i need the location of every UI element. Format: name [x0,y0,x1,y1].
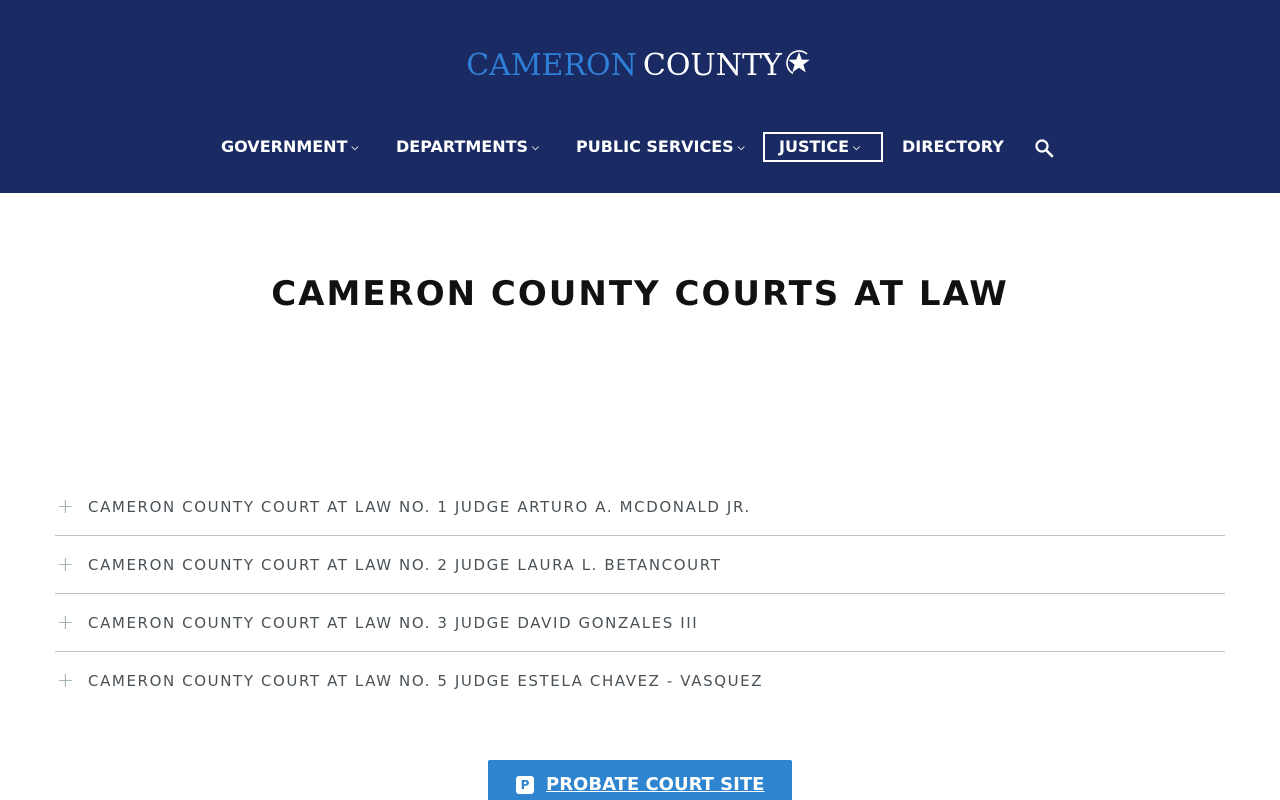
accordion-item-court-3[interactable]: + CAMERON COUNTY COURT AT LAW NO. 3 JUDG… [55,594,1225,652]
courts-accordion: + CAMERON COUNTY COURT AT LAW NO. 1 JUDG… [55,478,1225,709]
parking-p-icon: P [516,776,534,794]
probate-court-site-button[interactable]: P PROBATE COURT SITE [488,760,792,800]
nav-public-services[interactable]: PUBLIC SERVICES ⌵ [576,132,745,162]
nav-directory-label: DIRECTORY [902,137,1004,156]
chevron-down-icon: ⌵ [853,143,860,153]
chevron-down-icon: ⌵ [351,143,359,153]
nav-justice-label: JUSTICE [779,137,850,156]
search-icon[interactable] [1034,138,1054,158]
star-icon [785,50,812,76]
accordion-item-court-1[interactable]: + CAMERON COUNTY COURT AT LAW NO. 1 JUDG… [55,478,1225,536]
site-header: CAMERON COUNTY GOVERNMENT ⌵ DEPARTMENTS ⌵ P… [0,0,1280,193]
nav-departments-label: DEPARTMENTS [396,137,529,156]
chevron-down-icon: ⌵ [532,143,539,153]
logo-text-cameron: CAMERON [466,48,637,83]
accordion-item-label: CAMERON COUNTY COURT AT LAW NO. 2 JUDGE … [88,556,722,574]
plus-icon: + [57,610,74,634]
nav-public-services-label: PUBLIC SERVICES [576,137,734,156]
plus-icon: + [57,494,74,518]
accordion-item-label: CAMERON COUNTY COURT AT LAW NO. 3 JUDGE … [88,614,699,632]
plus-icon: + [57,668,74,692]
nav-directory[interactable]: DIRECTORY [902,132,1004,162]
probate-court-site-label: PROBATE COURT SITE [546,774,765,795]
logo-text-county: COUNTY [642,48,782,83]
nav-government-label: GOVERNMENT [221,137,348,156]
nav-departments[interactable]: DEPARTMENTS ⌵ [396,132,539,162]
page-title: CAMERON COUNTY COURTS AT LAW [271,274,1009,314]
plus-icon: + [57,552,74,576]
accordion-item-court-5[interactable]: + CAMERON COUNTY COURT AT LAW NO. 5 JUDG… [55,652,1225,709]
accordion-item-label: CAMERON COUNTY COURT AT LAW NO. 5 JUDGE … [88,672,764,690]
chevron-down-icon: ⌵ [737,143,745,153]
main-navigation: GOVERNMENT ⌵ DEPARTMENTS ⌵ PUBLIC SERVICES… [0,132,1280,162]
nav-government[interactable]: GOVERNMENT ⌵ [221,132,358,162]
accordion-item-court-2[interactable]: + CAMERON COUNTY COURT AT LAW NO. 2 JUDG… [55,536,1225,594]
nav-justice[interactable]: JUSTICE ⌵ [763,132,883,162]
accordion-item-label: CAMERON COUNTY COURT AT LAW NO. 1 JUDGE … [88,498,751,516]
site-logo[interactable]: CAMERON COUNTY [0,46,1280,86]
